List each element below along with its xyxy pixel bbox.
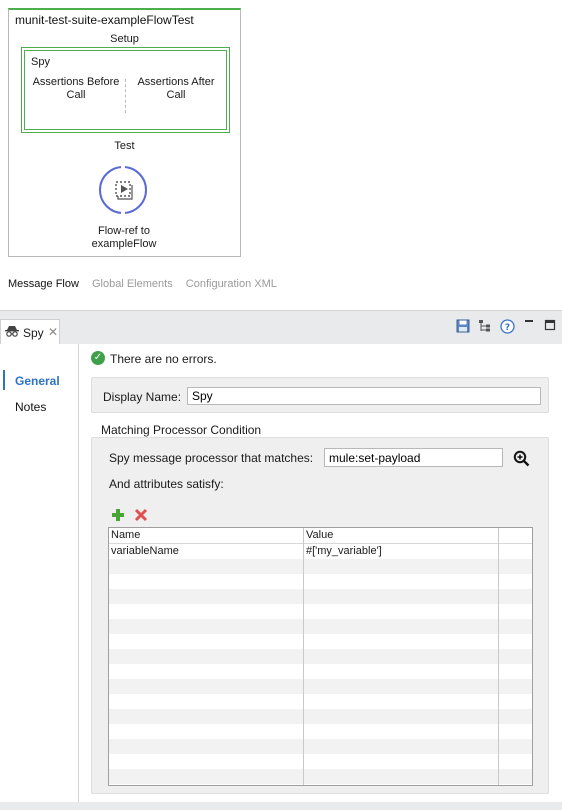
table-row[interactable] (109, 709, 532, 724)
maximize-icon[interactable] (542, 319, 558, 335)
tab-configuration-xml[interactable]: Configuration XML (186, 278, 277, 290)
display-name-label: Display Name: (103, 390, 182, 404)
tree-icon[interactable] (477, 319, 493, 335)
attributes-label: And attributes satisfy: (109, 477, 224, 491)
add-icon[interactable] (111, 508, 125, 522)
assertions-after-call[interactable]: Assertions After Call (128, 76, 224, 102)
zoom-in-icon[interactable] (513, 450, 530, 470)
flow-ref-icon (115, 181, 133, 200)
display-name-group: Display Name: (91, 377, 549, 413)
status-message: There are no errors. (110, 352, 217, 366)
cell-name[interactable]: variableName (111, 545, 179, 557)
remove-icon[interactable] (134, 508, 148, 522)
table-row[interactable] (109, 589, 532, 604)
assertions-divider (125, 79, 126, 113)
column-divider (303, 528, 304, 785)
table-row[interactable]: variableName #['my_variable'] (109, 544, 532, 559)
table-row[interactable] (109, 694, 532, 709)
spy-matches-field[interactable] (324, 448, 503, 467)
table-row[interactable] (109, 634, 532, 649)
table-row[interactable] (109, 754, 532, 769)
table-row[interactable] (109, 619, 532, 634)
flow-container[interactable]: munit-test-suite-exampleFlowTest Setup S… (8, 8, 241, 257)
assertions-before-call[interactable]: Assertions Before Call (28, 76, 124, 102)
svg-text:?: ? (504, 323, 509, 333)
spy-properties-tab[interactable]: Spy ✕ (0, 319, 60, 345)
column-header-value[interactable]: Value (306, 529, 333, 541)
column-divider (498, 528, 499, 785)
flow-title: munit-test-suite-exampleFlowTest (15, 13, 194, 27)
active-indicator (3, 370, 5, 390)
save-icon[interactable] (455, 319, 471, 335)
table-row[interactable] (109, 679, 532, 694)
flow-ref-node[interactable] (99, 164, 147, 216)
spy-icon (5, 325, 19, 340)
spy-component-label: Spy (31, 56, 50, 68)
table-row[interactable] (109, 769, 532, 784)
help-icon[interactable]: ? (499, 319, 515, 335)
table-row[interactable] (109, 604, 532, 619)
test-label: Test (114, 140, 135, 152)
check-circle-icon: ✓ (91, 351, 105, 365)
spy-component[interactable]: Spy Assertions Before Call Assertions Af… (24, 50, 227, 130)
tab-label: Spy (23, 326, 44, 340)
side-nav: General Notes (0, 344, 79, 806)
setup-label: Setup (110, 33, 139, 45)
minimize-icon[interactable] (521, 316, 537, 332)
table-row[interactable] (109, 649, 532, 664)
table-row[interactable] (109, 739, 532, 754)
cell-value[interactable]: #['my_variable'] (306, 545, 382, 557)
table-row[interactable] (109, 664, 532, 679)
matching-processor-condition-title: Matching Processor Condition (101, 423, 262, 437)
flow-ref-label: Flow-ref to exampleFlow (91, 225, 157, 250)
matching-processor-group: Spy message processor that matches: And … (91, 437, 549, 794)
spy-matches-label: Spy message processor that matches: (109, 451, 314, 465)
close-icon[interactable]: ✕ (48, 325, 58, 339)
attributes-table[interactable]: variableName #['my_variable'] Name Value (108, 527, 533, 786)
nav-general[interactable]: General (15, 374, 60, 388)
table-header: Name Value (109, 528, 532, 544)
properties-panel-header: Spy ✕ ? (0, 310, 562, 345)
tab-message-flow[interactable]: Message Flow (8, 278, 79, 290)
view-tabs: Message Flow Global Elements Configurati… (8, 278, 287, 290)
table-row[interactable] (109, 574, 532, 589)
table-row[interactable] (109, 559, 532, 574)
table-row[interactable] (109, 724, 532, 739)
display-name-field[interactable] (187, 387, 541, 405)
panel-bottom-border (0, 802, 562, 810)
column-header-name[interactable]: Name (111, 529, 140, 541)
setup-scope[interactable]: Spy Assertions Before Call Assertions Af… (21, 47, 230, 133)
nav-notes[interactable]: Notes (15, 400, 46, 414)
tab-global-elements[interactable]: Global Elements (92, 278, 173, 290)
